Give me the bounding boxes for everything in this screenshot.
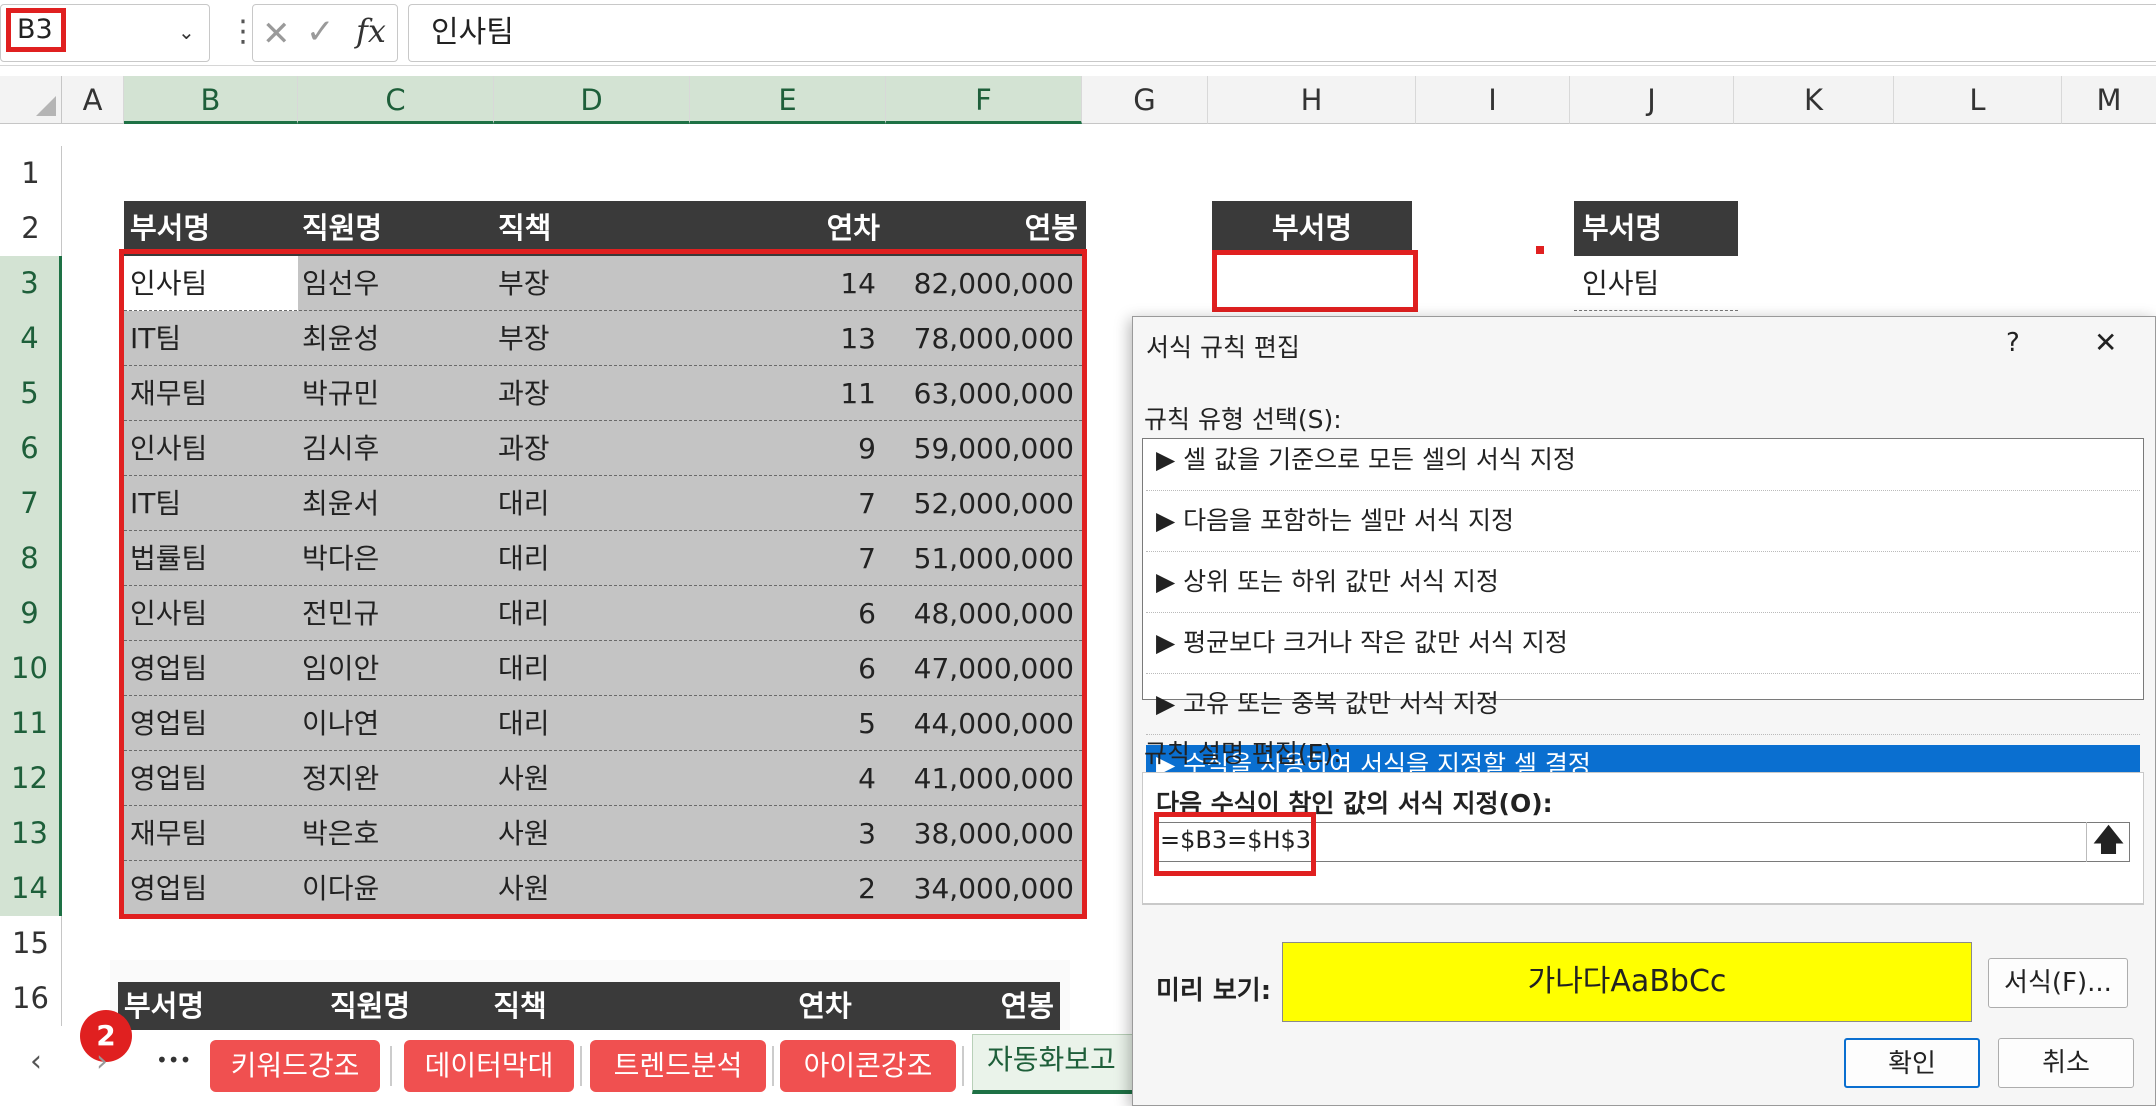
column-header-g[interactable]: G — [1082, 76, 1208, 124]
header-employee: 직원명 — [302, 211, 383, 245]
rule-type-item[interactable]: ▶ 평균보다 크거나 작은 값만 서식 지정 — [1146, 623, 2140, 663]
cancel-button[interactable]: 취소 — [1998, 1038, 2134, 1088]
dialog-title: 서식 규칙 편집 — [1146, 333, 1300, 362]
row-header-9[interactable]: 9 — [0, 586, 62, 641]
cancel-icon[interactable]: ✕ — [262, 14, 291, 54]
lookup-value-cell[interactable] — [1212, 250, 1418, 312]
row-header-1[interactable]: 1 — [0, 146, 62, 201]
rule-type-item[interactable]: ▶ 상위 또는 하위 값만 서식 지정 — [1146, 562, 2140, 602]
tab-trend-analysis[interactable]: 트렌드분석 — [590, 1040, 766, 1092]
formula-input[interactable]: 인사팀 — [408, 4, 2156, 62]
name-box-value[interactable]: B3 — [6, 8, 66, 52]
header-position: 직책 — [498, 211, 552, 245]
column-header-f[interactable]: F — [886, 76, 1082, 124]
column-header-m[interactable]: M — [2062, 76, 2156, 124]
row-header-4[interactable]: 4 — [0, 311, 62, 366]
column-header-h[interactable]: H — [1208, 76, 1416, 124]
divider — [1142, 904, 2144, 905]
check-icon[interactable]: ✓ — [306, 12, 335, 52]
second-header-years: 연차 — [798, 989, 852, 1023]
row-header-13[interactable]: 13 — [0, 806, 62, 861]
tab-divider — [962, 1046, 964, 1086]
collapse-dialog-icon[interactable]: 🡅 — [2086, 822, 2130, 862]
column-header-a[interactable]: A — [62, 76, 124, 124]
tab-icon-highlight[interactable]: 아이콘강조 — [780, 1040, 956, 1092]
tab-divider — [580, 1046, 582, 1086]
rule-separator — [1146, 673, 2140, 674]
preview-label: 미리 보기: — [1156, 976, 1272, 1006]
rule-desc-label: 규칙 설명 편집(E): — [1144, 739, 1342, 768]
close-icon[interactable]: ✕ — [2094, 326, 2117, 359]
row-header-3[interactable]: 3 — [0, 256, 62, 311]
rule-type-item[interactable]: ▶ 다음을 포함하는 셀만 서식 지정 — [1146, 501, 2140, 541]
lookup-header: 부서명 — [1212, 201, 1412, 256]
second-header-dept: 부서명 — [124, 989, 205, 1023]
rule-separator — [1146, 551, 2140, 552]
more-tabs-icon[interactable]: ••• — [156, 1048, 191, 1072]
column-header-d[interactable]: D — [494, 76, 690, 124]
tab-divider — [772, 1046, 774, 1086]
help-button[interactable]: ? — [2006, 328, 2020, 358]
chevron-right-icon[interactable]: › — [96, 1044, 108, 1079]
tab-automation-report[interactable]: 자동화보고 — [972, 1034, 1142, 1094]
column-header-i[interactable]: I — [1416, 76, 1570, 124]
rule-type-item[interactable]: ▶ 셀 값을 기준으로 모든 셀의 서식 지정 — [1146, 440, 2140, 480]
row-header-8[interactable]: 8 — [0, 531, 62, 586]
column-header-k[interactable]: K — [1734, 76, 1894, 124]
row-header-6[interactable]: 6 — [0, 421, 62, 476]
red-marker — [1536, 246, 1544, 254]
second-header-salary: 연봉 — [1000, 989, 1054, 1023]
format-button[interactable]: 서식(F)... — [1988, 958, 2128, 1008]
column-header-b[interactable]: B — [124, 76, 298, 124]
row-header-2[interactable]: 2 — [0, 201, 62, 256]
row-header-15[interactable]: 15 — [0, 916, 62, 971]
row-header-14[interactable]: 14 — [0, 861, 62, 916]
tab-keyword-highlight[interactable]: 키워드강조 — [210, 1040, 380, 1092]
row-header-11[interactable]: 11 — [0, 696, 62, 751]
second-header-position: 직책 — [493, 989, 547, 1023]
column-header-j[interactable]: J — [1570, 76, 1734, 124]
header-salary: 연봉 — [1024, 211, 1078, 245]
rule-type-item[interactable]: ▶ 고유 또는 중복 값만 서식 지정 — [1146, 684, 2140, 724]
second-header-employee: 직원명 — [329, 989, 411, 1023]
chevron-left-icon[interactable]: ‹ — [30, 1044, 42, 1079]
tab-divider — [390, 1046, 392, 1086]
rule-separator — [1146, 490, 2140, 491]
ok-button[interactable]: 확인 — [1844, 1038, 1980, 1088]
selection-highlight-box — [119, 249, 1087, 919]
select-all-triangle-icon — [36, 96, 56, 116]
row-header-5[interactable]: 5 — [0, 366, 62, 421]
tab-data-bar[interactable]: 데이터막대 — [404, 1040, 574, 1092]
formula-highlight-box — [1154, 812, 1316, 876]
rule-separator — [1146, 612, 2140, 613]
row-header-7[interactable]: 7 — [0, 476, 62, 531]
row-header-12[interactable]: 12 — [0, 751, 62, 806]
row-header-16[interactable]: 16 — [0, 971, 62, 1026]
insert-function-icon[interactable]: fx — [356, 12, 386, 50]
column-header-l[interactable]: L — [1894, 76, 2062, 124]
list-header: 부서명 — [1574, 201, 1738, 256]
column-header-c[interactable]: C — [298, 76, 494, 124]
list-first-value[interactable]: 인사팀 — [1574, 256, 1738, 311]
rule-type-label: 규칙 유형 선택(S): — [1144, 405, 1342, 434]
row-header-10[interactable]: 10 — [0, 641, 62, 696]
chevron-down-icon[interactable]: ⌄ — [178, 20, 195, 44]
header-dept: 부서명 — [130, 211, 211, 245]
header-years: 연차 — [826, 211, 880, 245]
column-header-e[interactable]: E — [690, 76, 886, 124]
preview-box: 가나다AaBbCc — [1282, 942, 1972, 1022]
